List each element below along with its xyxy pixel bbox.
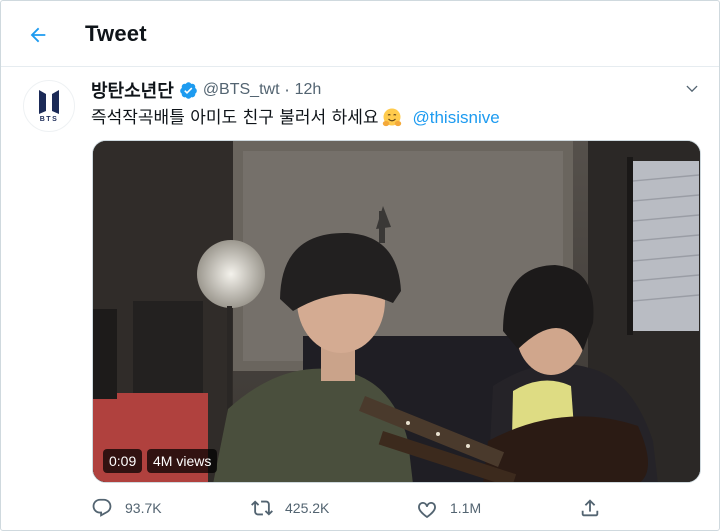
retweet-button[interactable]: 425.2K (251, 491, 329, 525)
author-display-name[interactable]: 방탄소년단 (91, 77, 174, 103)
tweet-page: Tweet BTS 방탄소년단 @BTS_twt · 12h 즉석작곡배틀 아미… (0, 0, 720, 531)
chevron-down-icon (686, 85, 698, 93)
mention-link[interactable]: @thisisnive (413, 105, 500, 131)
tweet-video[interactable]: 0:09 4M views (92, 140, 701, 483)
tweet-actions: 93.7K 425.2K 1.1M (91, 491, 611, 525)
heart-icon (418, 502, 436, 519)
video-duration-badge: 0:09 (103, 449, 143, 473)
reply-icon (92, 498, 112, 517)
meta-separator: · (284, 80, 290, 100)
like-count: 1.1M (450, 500, 482, 516)
video-thumbnail (93, 141, 700, 482)
video-views-badge: 4M views (147, 449, 218, 473)
hugging-face-emoji-icon (382, 108, 401, 127)
author-handle[interactable]: @BTS_twt (203, 81, 280, 99)
retweet-count: 425.2K (285, 500, 330, 516)
share-button[interactable] (579, 491, 601, 525)
back-button[interactable] (19, 16, 57, 54)
bts-logo-icon (39, 90, 59, 114)
tweet-text: 즉석작곡배틀 아미도 친구 불러서 하세요 @thisisnive (91, 105, 500, 131)
reply-count: 93.7K (125, 500, 162, 516)
page-title: Tweet (85, 21, 147, 46)
tweet-author-line: 방탄소년단 @BTS_twt · 12h (91, 77, 322, 103)
more-options-button[interactable] (679, 78, 705, 100)
reply-button[interactable]: 93.7K (91, 491, 162, 525)
retweet-icon (251, 500, 273, 516)
tweet-body-text: 즉석작곡배틀 아미도 친구 불러서 하세요 (91, 108, 379, 128)
like-button[interactable]: 1.1M (416, 491, 481, 525)
avatar[interactable]: BTS (23, 80, 75, 132)
share-icon (581, 499, 599, 517)
page-header: Tweet (1, 1, 719, 67)
verified-badge-icon (180, 81, 197, 99)
arrow-left-icon (30, 27, 46, 43)
tweet-timestamp[interactable]: 12h (295, 81, 322, 99)
avatar-brand-text: BTS (39, 116, 59, 123)
